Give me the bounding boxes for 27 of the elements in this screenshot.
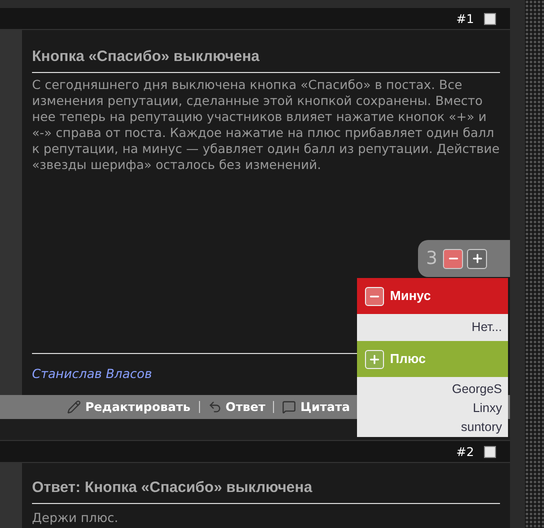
- post-title: Кнопка «Спасибо» выключена: [32, 46, 500, 72]
- post-number[interactable]: #2: [456, 442, 474, 460]
- post-text: Держи плюс.: [32, 510, 120, 526]
- post-title: Ответ: Кнопка «Спасибо» выключена: [32, 477, 500, 504]
- post-text: С сегодняшнего дня выключена кнопка «Спасибо» в постах. Все изменения репутации, сделанные этой кнопкой сохранены. Вместо нее теперь на репутацию участников влияет нажатие кнопок «+» и «-» справа от поста. Каждое нажатие на плюс прибавляет один балл к репутации, на минус — убавляет один балл из репутации. Действие «звезды шерифа» осталось без изменений.: [32, 76, 500, 172]
- edit-button[interactable]: Редактировать: [67, 398, 190, 416]
- reply-button[interactable]: Ответ: [208, 398, 266, 416]
- plus-button[interactable]: [467, 248, 488, 268]
- vote-group-title: Плюс: [390, 350, 426, 368]
- voter-name[interactable]: Linxy: [472, 399, 502, 418]
- reply-arrow-icon: [208, 400, 222, 414]
- plus-icon: [365, 350, 384, 368]
- minus-button[interactable]: [443, 248, 464, 268]
- plus-icon: [470, 252, 484, 265]
- select-checkbox[interactable]: [484, 12, 496, 24]
- author-signature[interactable]: Станислав Власов: [32, 365, 152, 384]
- pencil-icon: [67, 400, 82, 414]
- quote-button[interactable]: Цитата: [282, 398, 350, 416]
- vote-group-title: Минус: [390, 287, 431, 306]
- voter-name[interactable]: Нет...: [472, 318, 502, 337]
- voter-name[interactable]: suntory: [461, 418, 502, 437]
- post-number[interactable]: #1: [456, 10, 474, 28]
- voter-name[interactable]: GeorgeS: [452, 380, 502, 399]
- select-checkbox[interactable]: [484, 446, 496, 458]
- rating-score: 3: [426, 247, 438, 271]
- speech-bubble-icon: [282, 400, 296, 414]
- minus-icon: [365, 286, 384, 306]
